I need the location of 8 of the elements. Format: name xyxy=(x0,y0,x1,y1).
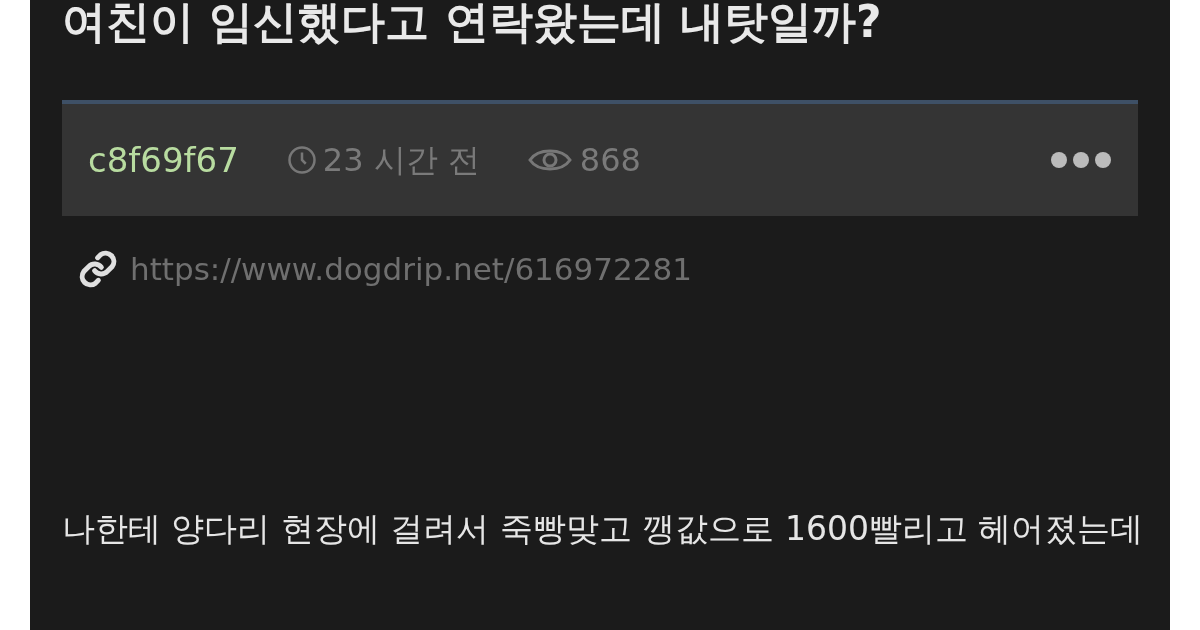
clock-icon xyxy=(286,145,317,175)
post-time: 23 시간 전 xyxy=(322,140,480,181)
author-name[interactable]: c8f69f67 xyxy=(88,134,239,186)
view-count: 868 xyxy=(579,140,641,181)
post-title: 여친이 임신했다고 연락왔는데 내탓일까? xyxy=(62,0,883,49)
link-icon xyxy=(78,249,118,290)
more-icon[interactable] xyxy=(1050,151,1112,169)
post-body: 나한테 양다리 현장에 걸려서 죽빵맞고 깽값으로 1600빨리고 헤어졌는데 xyxy=(62,507,1145,550)
